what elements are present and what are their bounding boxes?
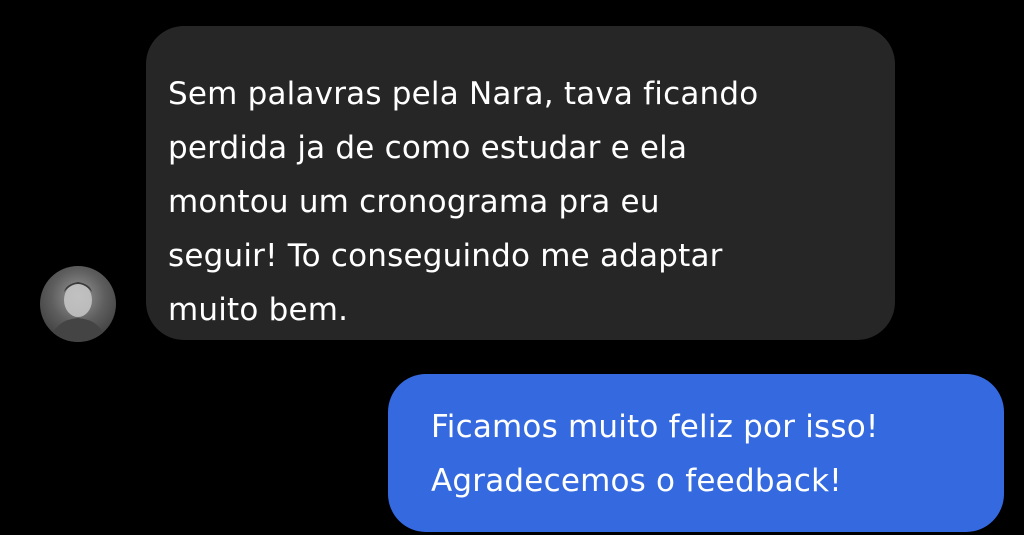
avatar-photo-icon: [50, 282, 106, 342]
incoming-message-bubble[interactable]: Sem palavras pela Nara, tava ficando per…: [146, 26, 895, 340]
sender-avatar[interactable]: [40, 266, 116, 342]
outgoing-message-bubble[interactable]: Ficamos muito feliz por isso! Agradecemo…: [388, 374, 1004, 532]
chat-thread: Sem palavras pela Nara, tava ficando per…: [0, 0, 1024, 535]
